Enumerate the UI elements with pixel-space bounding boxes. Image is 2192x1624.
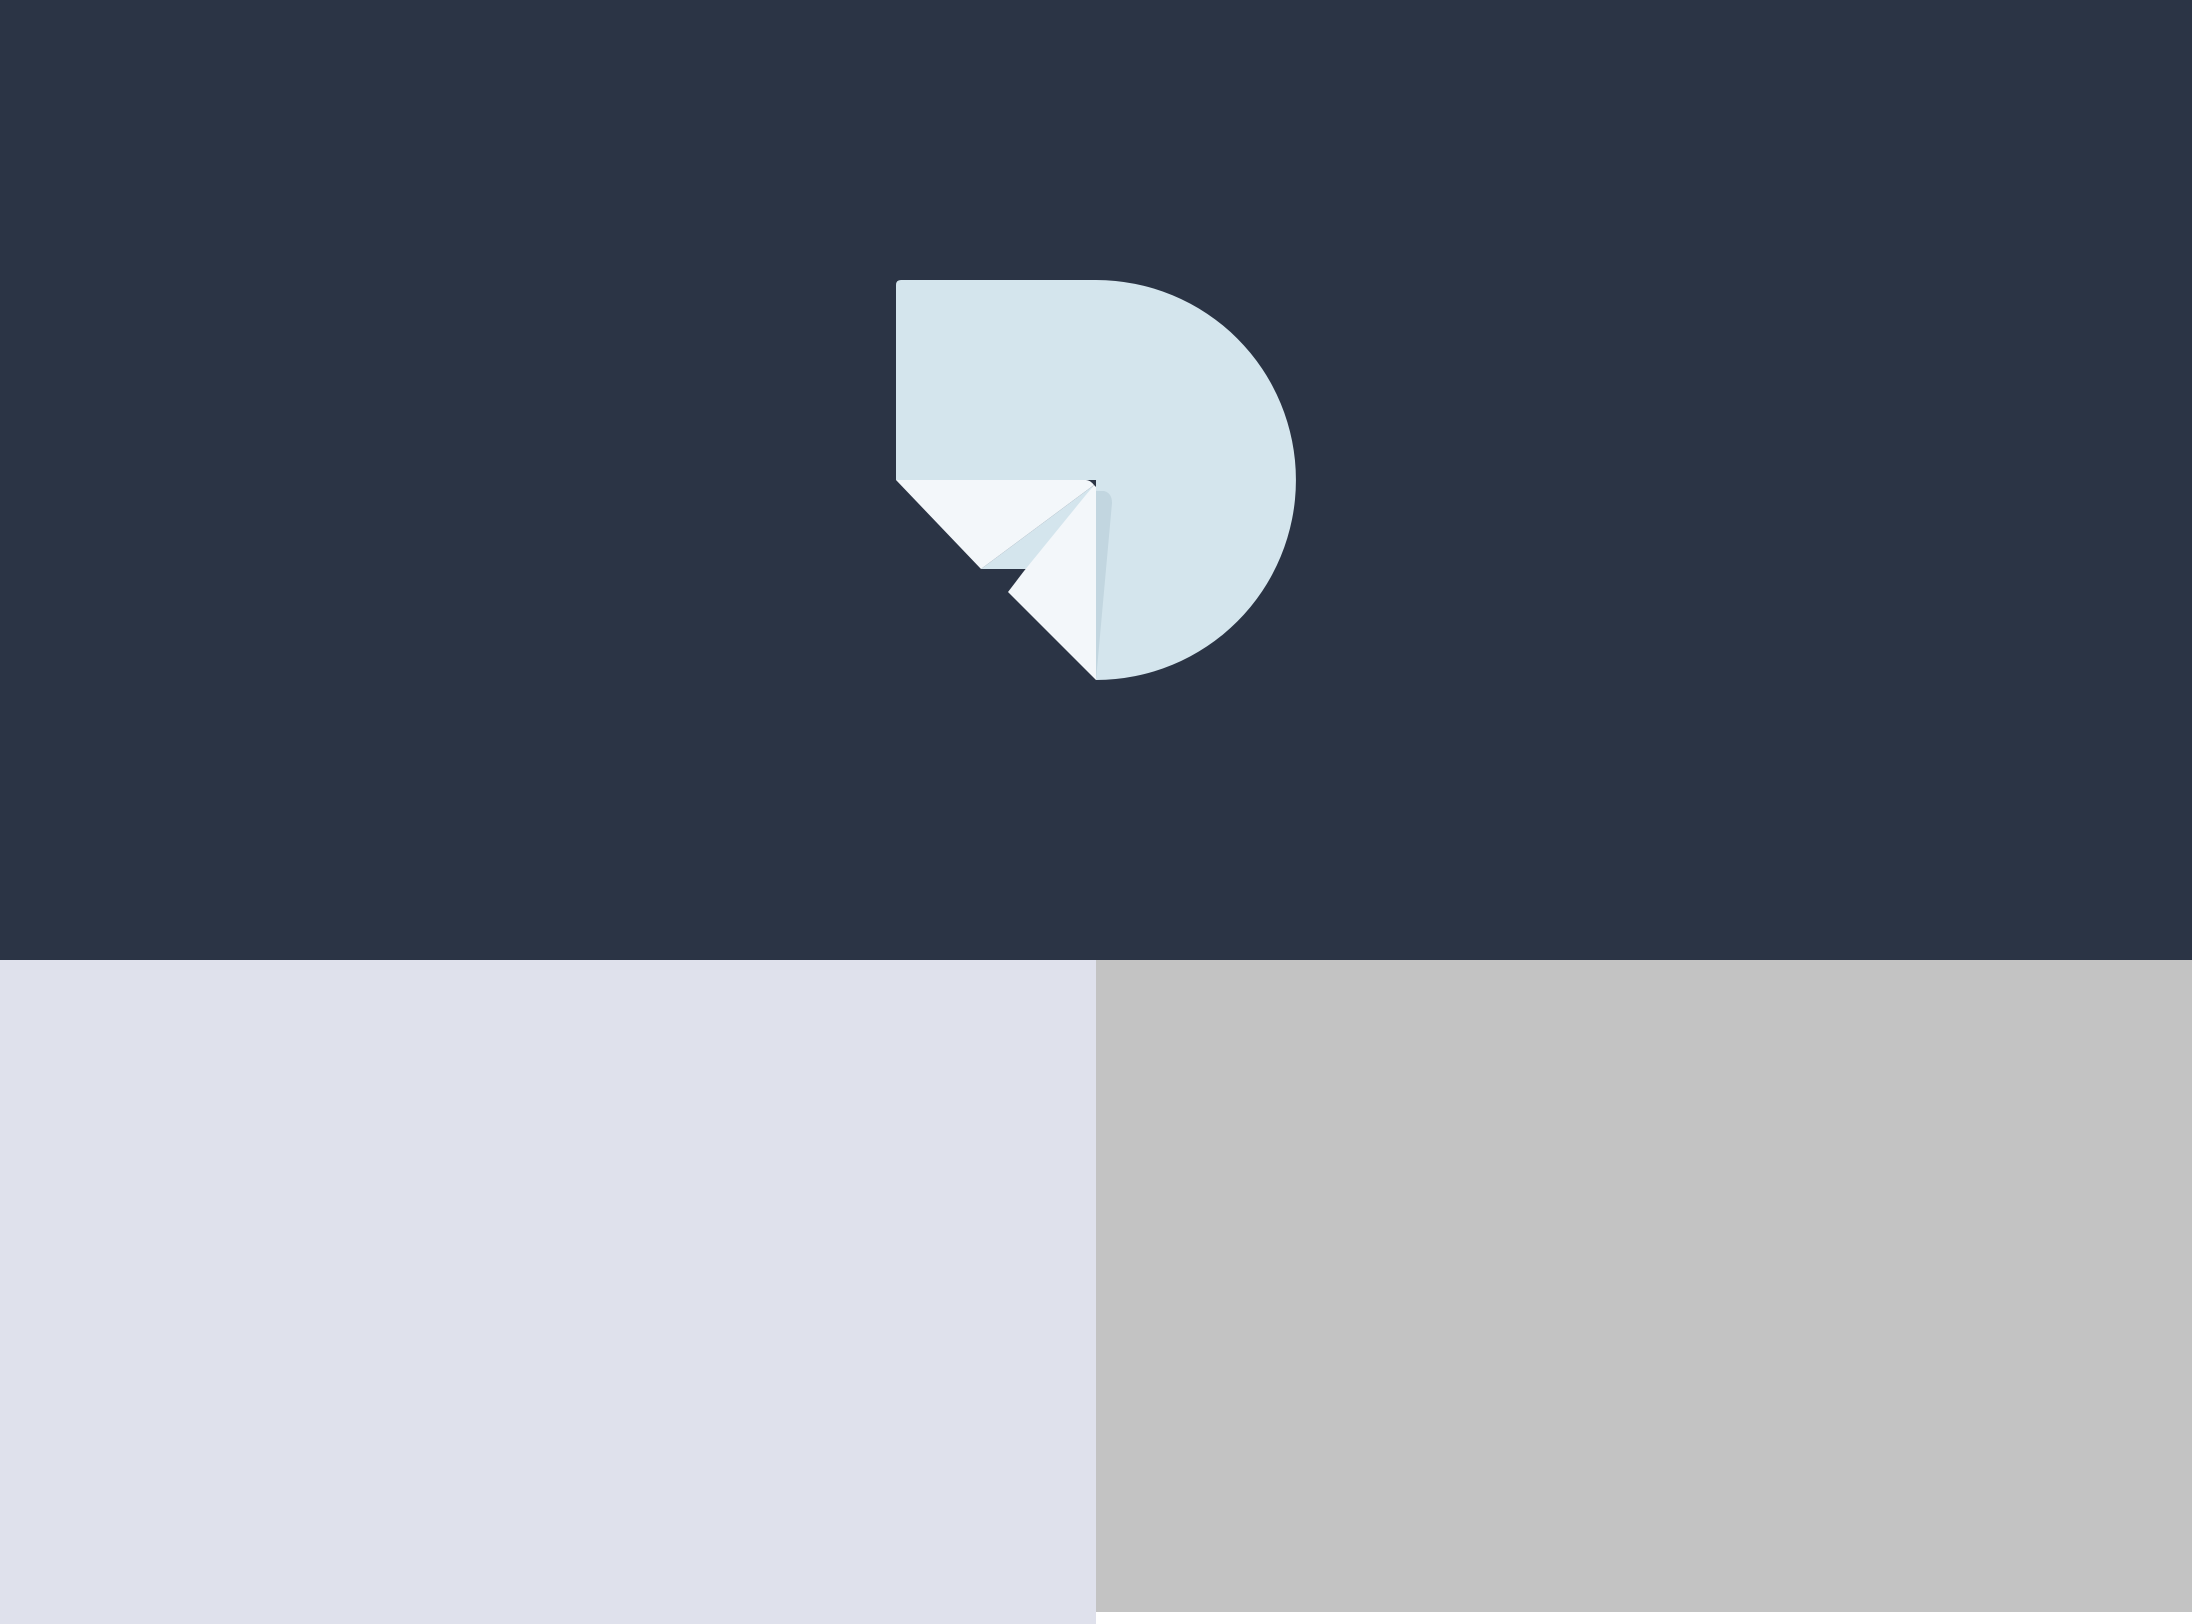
- splash-page: [0, 0, 2192, 1624]
- right-panel: [1096, 960, 2192, 1612]
- hero-banner: [0, 0, 2192, 960]
- folded-d-logo-icon: [896, 280, 1296, 680]
- left-panel: [0, 960, 1096, 1624]
